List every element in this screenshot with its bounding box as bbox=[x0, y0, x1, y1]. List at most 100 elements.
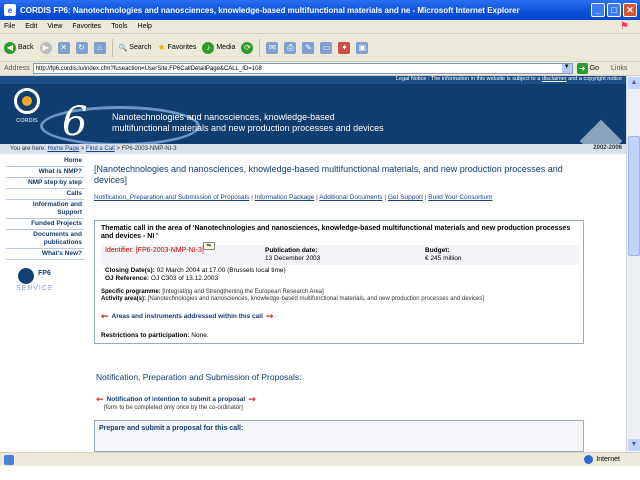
minimize-button[interactable]: _ bbox=[591, 3, 605, 17]
page-title: [Nanotechnologies and nanosciences, know… bbox=[94, 164, 563, 185]
menu-tools[interactable]: Tools bbox=[111, 23, 127, 30]
menu-view[interactable]: View bbox=[47, 23, 62, 30]
specific-programme-value: [Integrating and Strengthening the Europ… bbox=[162, 289, 324, 295]
call-section-links: Notification, Preparation and Submission… bbox=[94, 194, 588, 201]
search-label: Search bbox=[129, 44, 152, 51]
back-label: Back bbox=[18, 44, 34, 51]
maximize-button[interactable]: □ bbox=[607, 3, 621, 17]
edit-icon[interactable]: ✎ bbox=[302, 41, 315, 54]
page-done-icon bbox=[4, 454, 14, 465]
activity-area-value: [Nanotechnologies and nanosciences, know… bbox=[147, 296, 484, 302]
link-build-consortium[interactable]: Build Your Consortium bbox=[428, 194, 492, 201]
link-separator: | bbox=[316, 194, 318, 201]
messenger-icon[interactable]: ✦ bbox=[338, 41, 351, 54]
window-title: CORDIS FP6: Nanotechnologies and nanosci… bbox=[20, 5, 520, 15]
cordis-logo[interactable]: CORDIS bbox=[10, 88, 44, 134]
links-label[interactable]: Links bbox=[611, 65, 627, 72]
nav-home[interactable]: Home bbox=[6, 156, 84, 167]
breadcrumb: You are here: Home Page > Find a Call > … bbox=[0, 144, 626, 154]
notification-heading: Notification, Preparation and Submission… bbox=[96, 372, 302, 382]
scroll-up-icon[interactable]: ▲ bbox=[628, 77, 640, 89]
link-information-package[interactable]: Information Package bbox=[255, 194, 315, 201]
research-icon[interactable]: ▣ bbox=[356, 41, 369, 54]
refresh-icon[interactable]: ↻ bbox=[75, 41, 88, 54]
prepare-proposal-box: Prepare and submit a proposal for this c… bbox=[94, 420, 584, 452]
search-icon: 🔍 bbox=[118, 44, 128, 52]
nav-whats-new[interactable]: What's New? bbox=[6, 249, 84, 260]
search-button[interactable]: 🔍 Search bbox=[119, 44, 152, 52]
link-additional-documents[interactable]: Additional Documents bbox=[319, 194, 382, 201]
scroll-thumb[interactable] bbox=[628, 136, 640, 256]
home-icon[interactable]: ⌂ bbox=[93, 41, 106, 54]
oj-reference-label: OJ Reference: bbox=[105, 275, 150, 282]
fp6-six-logo: 6 bbox=[62, 99, 88, 144]
fp6-service-icon bbox=[18, 268, 34, 284]
nav-documents-publications[interactable]: Documents and publications bbox=[6, 230, 84, 249]
budget-value: € 245 million bbox=[425, 255, 462, 262]
address-dropdown-icon[interactable]: ▼ bbox=[561, 64, 572, 73]
close-button[interactable]: ✕ bbox=[623, 3, 637, 17]
cordis-name: CORDIS bbox=[16, 118, 38, 124]
stop-icon[interactable]: ✕ bbox=[57, 41, 70, 54]
media-button[interactable]: ♪ Media bbox=[202, 41, 236, 54]
areas-instruments-toggle[interactable]: ⇜ Areas and instruments addressed within… bbox=[101, 311, 579, 322]
back-button[interactable]: ◀ Back bbox=[4, 41, 34, 54]
status-bar: Internet bbox=[0, 452, 640, 466]
fp6-service-logo[interactable]: FP6 SERVICE bbox=[16, 268, 64, 294]
link-separator: | bbox=[251, 194, 253, 201]
menu-file[interactable]: File bbox=[4, 23, 15, 30]
history-icon[interactable]: ⟳ bbox=[241, 41, 254, 54]
menu-edit[interactable]: Edit bbox=[25, 23, 37, 30]
address-input[interactable]: http://fp6.cordis.lu/index.cfm?fuseactio… bbox=[32, 63, 573, 74]
security-zone: Internet bbox=[584, 455, 620, 464]
areas-instruments-label: Areas and instruments addressed within t… bbox=[111, 313, 263, 320]
menu-favorites[interactable]: Favorites bbox=[72, 23, 101, 30]
intention-link[interactable]: ⇜ Notification of intention to submit a … bbox=[96, 394, 256, 405]
nav-funded-projects[interactable]: Funded Projects bbox=[6, 219, 84, 230]
media-label: Media bbox=[216, 44, 236, 51]
breadcrumb-sep: > bbox=[80, 146, 85, 152]
link-separator: | bbox=[384, 194, 387, 201]
disclaimer-link[interactable]: disclaimer bbox=[542, 76, 567, 82]
bottom-strip bbox=[0, 466, 640, 480]
go-button[interactable]: ➔ Go bbox=[576, 63, 599, 74]
nav-calls[interactable]: Calls bbox=[6, 189, 84, 200]
favorites-button[interactable]: ★ Favorites bbox=[157, 42, 196, 53]
go-arrow-icon: ➔ bbox=[576, 63, 588, 74]
address-bar: Address http://fp6.cordis.lu/index.cfm?f… bbox=[0, 62, 640, 76]
ie-icon: e bbox=[4, 4, 16, 16]
nav-information-support[interactable]: Information and Support bbox=[6, 200, 84, 219]
nav-what-is-nmp[interactable]: What is NMP? bbox=[6, 167, 84, 178]
address-label: Address bbox=[4, 65, 30, 72]
restrictions-label: Restrictions to participation: bbox=[101, 332, 190, 339]
headline-line1: Nanotechnologies and nanosciences, knowl… bbox=[112, 112, 335, 122]
zone-label: Internet bbox=[596, 456, 620, 463]
banner-headline: Nanotechnologies and nanosciences, knowl… bbox=[112, 112, 384, 134]
thematic-call-title: Thematic call in the area of 'Nanotechno… bbox=[101, 225, 571, 240]
scroll-down-icon[interactable]: ▼ bbox=[628, 439, 640, 451]
intention-title: Notification of intention to submit a pr… bbox=[106, 396, 246, 403]
legal-notice: Legal Notice : The information in this w… bbox=[396, 76, 622, 82]
programme-years: 2002-2006 bbox=[593, 145, 622, 151]
closing-date-value: 02 March 2004 at 17.00 (Brussels local t… bbox=[156, 267, 286, 274]
star-icon: ★ bbox=[157, 42, 166, 52]
print-icon[interactable]: ⎙ bbox=[284, 41, 297, 54]
publication-date-value: 13 December 2003 bbox=[265, 255, 321, 262]
call-details-box: Thematic call in the area of 'Nanotechno… bbox=[94, 220, 584, 344]
publication-date: Publication date: 13 December 2003 bbox=[265, 247, 425, 263]
address-url: http://fp6.cordis.lu/index.cfm?fuseactio… bbox=[35, 65, 262, 72]
breadcrumb-sep: > bbox=[116, 146, 120, 152]
media-icon: ♪ bbox=[202, 41, 215, 54]
folder-icon[interactable]: ▭ bbox=[320, 41, 333, 54]
breadcrumb-home[interactable]: Home Page bbox=[47, 146, 79, 152]
mail-icon[interactable]: ✉ bbox=[266, 41, 279, 54]
breadcrumb-find-call[interactable]: Find a Call bbox=[86, 146, 115, 152]
nav-nmp-step-by-step[interactable]: NMP step by step bbox=[6, 178, 84, 189]
menu-help[interactable]: Help bbox=[138, 23, 152, 30]
vertical-scrollbar[interactable]: ▲ ▼ bbox=[626, 76, 640, 452]
link-notification[interactable]: Notification, Preparation and Submission… bbox=[94, 194, 249, 201]
browser-toolbar: ◀ Back ▶ ✕ ↻ ⌂ 🔍 Search ★ Favorites ♪ Me… bbox=[0, 34, 640, 62]
link-get-support[interactable]: Get Support bbox=[388, 194, 423, 201]
budget: Budget: € 245 million bbox=[425, 247, 585, 263]
forward-button[interactable]: ▶ bbox=[39, 41, 52, 54]
